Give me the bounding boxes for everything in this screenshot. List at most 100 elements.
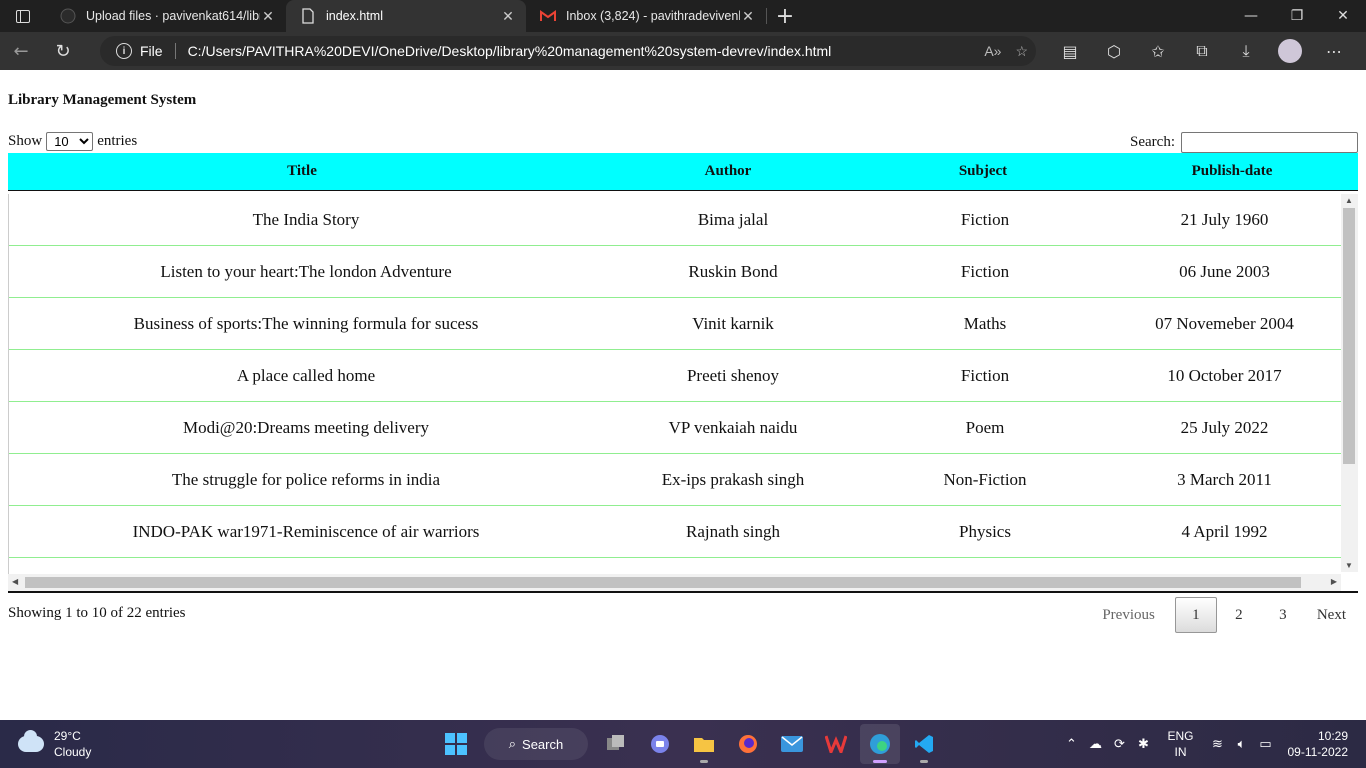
page-button-3[interactable]: 3 — [1261, 597, 1305, 633]
entries-select[interactable]: 10 — [46, 132, 94, 151]
page-button-2[interactable]: 2 — [1217, 597, 1261, 633]
scheme-label: File — [140, 43, 163, 59]
chevron-up-icon[interactable]: ⌃ — [1059, 736, 1083, 752]
clock[interactable]: 10:29 09-11-2022 — [1288, 728, 1349, 760]
close-tab-icon[interactable]: ✕ — [260, 8, 276, 25]
cell-subject: Poem — [965, 417, 1005, 437]
tab-gmail[interactable]: Inbox (3,824) - pavithradevivenk ✕ — [526, 0, 766, 32]
edge-icon[interactable] — [860, 724, 900, 764]
extensions-icon[interactable]: ⬡ — [1092, 32, 1136, 70]
collections-icon[interactable]: ⧉ — [1180, 32, 1224, 70]
search-input[interactable] — [1181, 132, 1358, 153]
scroll-up-icon[interactable]: ▲ — [1345, 196, 1353, 205]
next-button[interactable]: Next — [1305, 597, 1358, 633]
cell-publish-date: 3 March 2011 — [1177, 469, 1272, 489]
cell-title: Modi@20:Dreams meeting delivery — [182, 417, 430, 437]
previous-button[interactable]: Previous — [1090, 597, 1175, 633]
vertical-scroll-thumb[interactable] — [1343, 208, 1355, 464]
favorites-icon[interactable]: ✩ — [1136, 32, 1180, 70]
weather-temp: 29°C — [54, 729, 81, 743]
cell-subject: Fiction — [960, 261, 1010, 281]
weather-widget[interactable]: 29°C Cloudy — [18, 728, 91, 760]
table-row: A place called home Preeti shenoy Fictio… — [9, 350, 1342, 402]
info-icon[interactable]: i — [116, 43, 132, 59]
cell-title: A place called home — [236, 365, 376, 385]
scroll-left-icon[interactable]: ◀ — [12, 577, 18, 586]
entries-label: entries — [97, 133, 138, 149]
close-window-icon[interactable]: ✕ — [1320, 0, 1366, 32]
page-button-1[interactable]: 1 — [1174, 597, 1217, 633]
clock-date: 09-11-2022 — [1287, 745, 1349, 759]
cell-publish-date: 25 July 2022 — [1180, 417, 1269, 437]
read-aloud-icon[interactable]: A» — [984, 43, 1001, 60]
close-tab-icon[interactable]: ✕ — [500, 8, 516, 25]
back-arrow-icon: ← — [13, 40, 29, 62]
workspaces-icon[interactable]: ▤ — [1048, 32, 1092, 70]
mail-icon[interactable] — [772, 724, 812, 764]
refresh-button[interactable]: ↻ — [42, 32, 84, 70]
scroll-right-icon[interactable]: ▶ — [1331, 577, 1337, 586]
wps-office-icon[interactable] — [816, 724, 856, 764]
search-label: Search: — [1130, 134, 1175, 150]
minimize-icon[interactable]: — — [1228, 0, 1274, 32]
tab-strip: Upload files · pavivenkat614/libra ✕ ind… — [0, 0, 1366, 32]
cell-title: Listen to your heart:The london Adventur… — [160, 261, 452, 281]
start-button[interactable] — [436, 724, 476, 764]
tab-github[interactable]: Upload files · pavivenkat614/libra ✕ — [46, 0, 286, 32]
address-bar[interactable]: i File C:/Users/PAVITHRA%20DEVI/OneDrive… — [100, 36, 1036, 66]
add-favorite-icon[interactable]: ☆ — [1015, 43, 1028, 60]
cell-publish-date: 4 April 1992 — [1181, 521, 1268, 541]
divider — [174, 43, 176, 59]
tab-index-html[interactable]: index.html ✕ — [286, 0, 526, 32]
table-row: Listen to your heart:The london Adventur… — [9, 246, 1342, 298]
page-content: Library Management System Show 10 entrie… — [0, 70, 1366, 720]
close-tab-icon[interactable]: ✕ — [740, 8, 756, 25]
pagination: Previous 1 2 3 Next — [1090, 597, 1358, 633]
more-menu-icon[interactable]: ⋯ — [1312, 32, 1356, 70]
table-row: The India Story Bima jalal Fiction 21 Ju… — [9, 194, 1342, 246]
github-icon — [60, 8, 76, 24]
back-button[interactable]: ← — [0, 32, 42, 70]
vscode-icon[interactable] — [904, 724, 944, 764]
battery-icon[interactable]: ▭ — [1254, 736, 1278, 752]
lang-line1: ENG — [1167, 729, 1194, 743]
taskbar-search[interactable]: ⌕ Search — [484, 728, 588, 760]
task-view-icon[interactable] — [596, 724, 636, 764]
cell-subject: Fiction — [960, 365, 1010, 385]
file-explorer-icon[interactable] — [684, 724, 724, 764]
tab-title: Upload files · pavivenkat614/libra — [86, 9, 260, 23]
tab-title: Inbox (3,824) - pavithradevivenk — [566, 9, 740, 23]
vertical-scrollbar[interactable]: ▲ ▼ — [1341, 194, 1358, 572]
horizontal-scroll-thumb[interactable] — [25, 577, 1301, 588]
cell-subject: Physics — [959, 521, 1011, 541]
cell-title: The India Story — [252, 209, 360, 229]
profile-avatar[interactable] — [1278, 39, 1302, 63]
url-text[interactable]: C:/Users/PAVITHRA%20DEVI/OneDrive/Deskto… — [188, 43, 832, 59]
column-header-publish-date[interactable]: Publish-date — [1106, 163, 1358, 180]
table-info: Showing 1 to 10 of 22 entries — [8, 605, 186, 621]
tab-actions-button[interactable] — [0, 0, 46, 32]
bluetooth-icon[interactable]: ✱ — [1131, 736, 1155, 752]
table-row: Modi@20:Dreams meeting delivery VP venka… — [9, 402, 1342, 454]
new-tab-button[interactable]: + — [767, 0, 803, 32]
search-box: Search: — [1130, 132, 1358, 153]
restore-icon[interactable]: ❐ — [1274, 0, 1320, 32]
teams-chat-icon[interactable] — [640, 724, 680, 764]
wifi-icon[interactable]: ≋ — [1206, 736, 1230, 752]
scroll-down-icon[interactable]: ▼ — [1345, 561, 1353, 570]
search-icon: ⌕ — [508, 736, 517, 751]
language-indicator[interactable]: ENG IN — [1167, 728, 1193, 760]
toolbar-icons: ▤ ⬡ ✩ ⧉ ⤓ ⋯ — [1048, 32, 1356, 70]
column-header-author[interactable]: Author — [596, 163, 860, 180]
volume-icon[interactable]: 🔈︎ — [1230, 736, 1254, 752]
sync-icon[interactable]: ⟳ — [1107, 736, 1131, 752]
column-header-title[interactable]: Title — [8, 163, 596, 180]
column-header-subject[interactable]: Subject — [860, 163, 1106, 180]
table-row: Business of sports:The winning formula f… — [9, 298, 1342, 350]
table-header: Title Author Subject Publish-date — [8, 153, 1358, 191]
downloads-icon[interactable]: ⤓ — [1224, 32, 1268, 70]
firefox-icon[interactable] — [728, 724, 768, 764]
horizontal-scrollbar[interactable]: ◀ ▶ — [8, 574, 1341, 591]
cell-author: Ex-ips prakash singh — [661, 469, 805, 489]
onedrive-icon[interactable]: ☁ — [1083, 736, 1107, 752]
